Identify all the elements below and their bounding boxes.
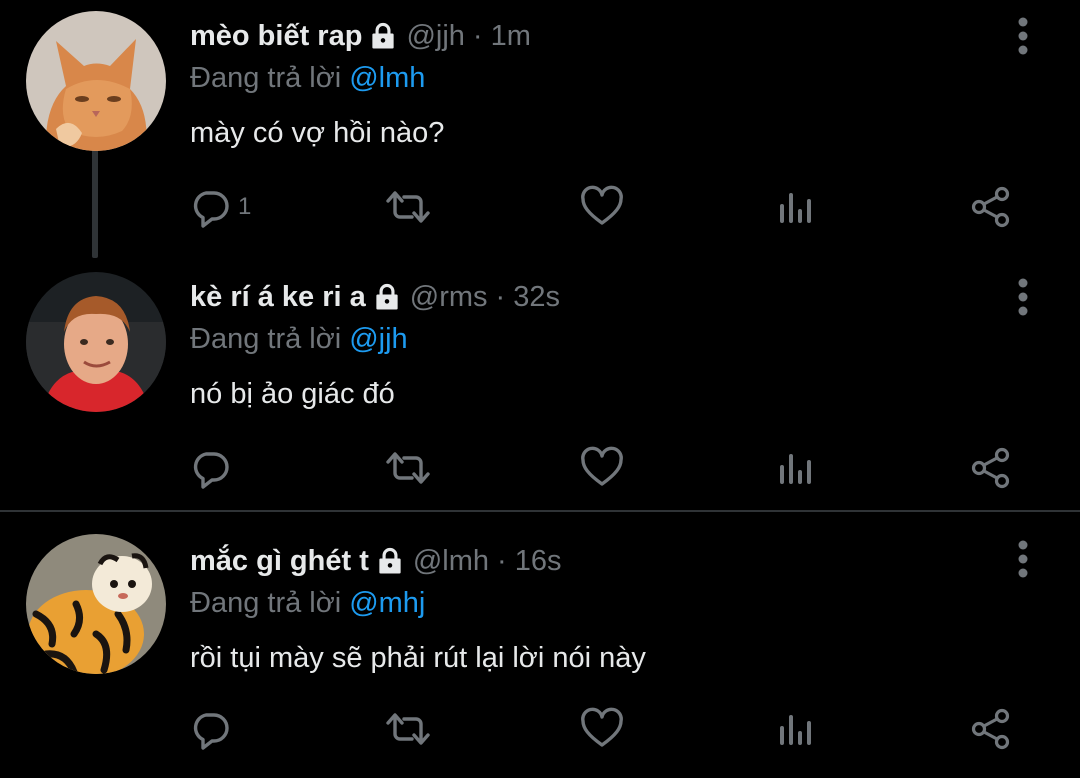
tweet-text: nó bị ảo giác đó <box>190 377 395 410</box>
tweet-3[interactable]: mắc gì ghét t @lmh · 16s Đang trả lời @m… <box>0 522 1080 778</box>
tiger-toy-avatar-icon <box>26 534 166 674</box>
analytics-icon <box>780 454 811 484</box>
child-avatar-icon <box>26 272 166 412</box>
display-name[interactable]: mắc gì ghét t <box>190 545 369 578</box>
orange-cat-avatar-icon <box>26 11 166 151</box>
reply-icon <box>193 713 229 750</box>
timestamp[interactable]: 16s <box>515 545 562 578</box>
tweet-1[interactable]: mèo biết rap @jjh · 1m Đang trả lời @lmh… <box>0 0 1080 258</box>
share-button[interactable] <box>969 704 1013 754</box>
replying-to-label: Đang trả lời <box>190 61 342 94</box>
replying-to-label: Đang trả lời <box>190 586 342 619</box>
retweet-icon <box>386 713 430 745</box>
avatar[interactable] <box>26 534 166 674</box>
timestamp[interactable]: 32s <box>513 281 560 314</box>
action-bar <box>0 443 1080 493</box>
action-bar: 1 <box>0 182 1080 232</box>
replying-to-label: Đang trả lời <box>190 322 342 355</box>
tweet-header: kè rí á ke ri a @rms · 32s <box>190 275 560 319</box>
action-bar <box>0 704 1080 754</box>
reply-icon <box>193 191 229 228</box>
mention-link[interactable]: @jjh <box>349 323 407 356</box>
reply-button[interactable]: 1 <box>188 182 251 232</box>
display-name[interactable]: mèo biết rap <box>190 20 362 53</box>
replying-to: Đang trả lời @lmh <box>190 58 425 98</box>
more-options-icon <box>1018 17 1028 55</box>
mention-link[interactable]: @lmh <box>349 62 425 95</box>
heart-icon <box>581 185 623 225</box>
more-options-button[interactable] <box>1006 277 1040 317</box>
tweet-header: mắc gì ghét t @lmh · 16s <box>190 539 561 583</box>
share-button[interactable] <box>969 443 1013 493</box>
reply-button[interactable] <box>188 704 238 754</box>
like-button[interactable] <box>580 704 624 754</box>
display-name[interactable]: kè rí á ke ri a <box>190 281 366 314</box>
separator-dot: · <box>495 280 506 313</box>
views-button[interactable] <box>775 443 819 493</box>
share-icon <box>971 708 1010 750</box>
avatar[interactable] <box>26 272 166 412</box>
share-button[interactable] <box>969 182 1013 232</box>
reply-count: 1 <box>238 193 252 220</box>
reply-button[interactable] <box>188 443 238 493</box>
retweet-button[interactable] <box>386 182 430 232</box>
separator-dot: · <box>472 19 483 52</box>
avatar[interactable] <box>26 11 166 151</box>
views-button[interactable] <box>775 704 819 754</box>
timestamp[interactable]: 1m <box>491 20 531 53</box>
lock-icon <box>372 282 402 312</box>
user-handle[interactable]: @rms <box>410 281 488 314</box>
more-options-icon <box>1018 540 1028 578</box>
replying-to: Đang trả lời @mhj <box>190 583 425 623</box>
more-options-button[interactable] <box>1006 16 1040 56</box>
analytics-icon <box>780 193 811 223</box>
tweet-text: rồi tụi mày sẽ phải rút lại lời nói này <box>190 641 646 674</box>
heart-icon <box>581 707 623 747</box>
more-options-button[interactable] <box>1006 539 1040 579</box>
retweet-icon <box>386 191 430 223</box>
more-options-icon <box>1018 278 1028 316</box>
separator-dot: · <box>497 544 507 577</box>
reply-thread: mèo biết rap @jjh · 1m Đang trả lời @lmh… <box>0 0 1080 778</box>
tweet-divider <box>0 510 1080 512</box>
tweet-2[interactable]: kè rí á ke ri a @rms · 32s Đang trả lời … <box>0 258 1080 510</box>
retweet-button[interactable] <box>386 443 430 493</box>
lock-icon <box>375 546 405 576</box>
heart-icon <box>581 446 623 486</box>
share-icon <box>971 447 1010 489</box>
like-button[interactable] <box>580 182 624 232</box>
views-button[interactable] <box>775 182 819 232</box>
like-button[interactable] <box>580 443 624 493</box>
user-handle[interactable]: @lmh <box>413 545 489 578</box>
share-icon <box>971 186 1010 228</box>
user-handle[interactable]: @jjh <box>406 20 464 53</box>
replying-to: Đang trả lời @jjh <box>190 319 408 359</box>
retweet-icon <box>386 452 430 484</box>
retweet-button[interactable] <box>386 704 430 754</box>
reply-icon <box>193 452 229 489</box>
mention-link[interactable]: @mhj <box>349 587 425 620</box>
lock-icon <box>368 21 398 51</box>
analytics-icon <box>780 715 811 745</box>
tweet-text: mày có vợ hồi nào? <box>190 116 445 149</box>
tweet-header: mèo biết rap @jjh · 1m <box>190 14 531 58</box>
